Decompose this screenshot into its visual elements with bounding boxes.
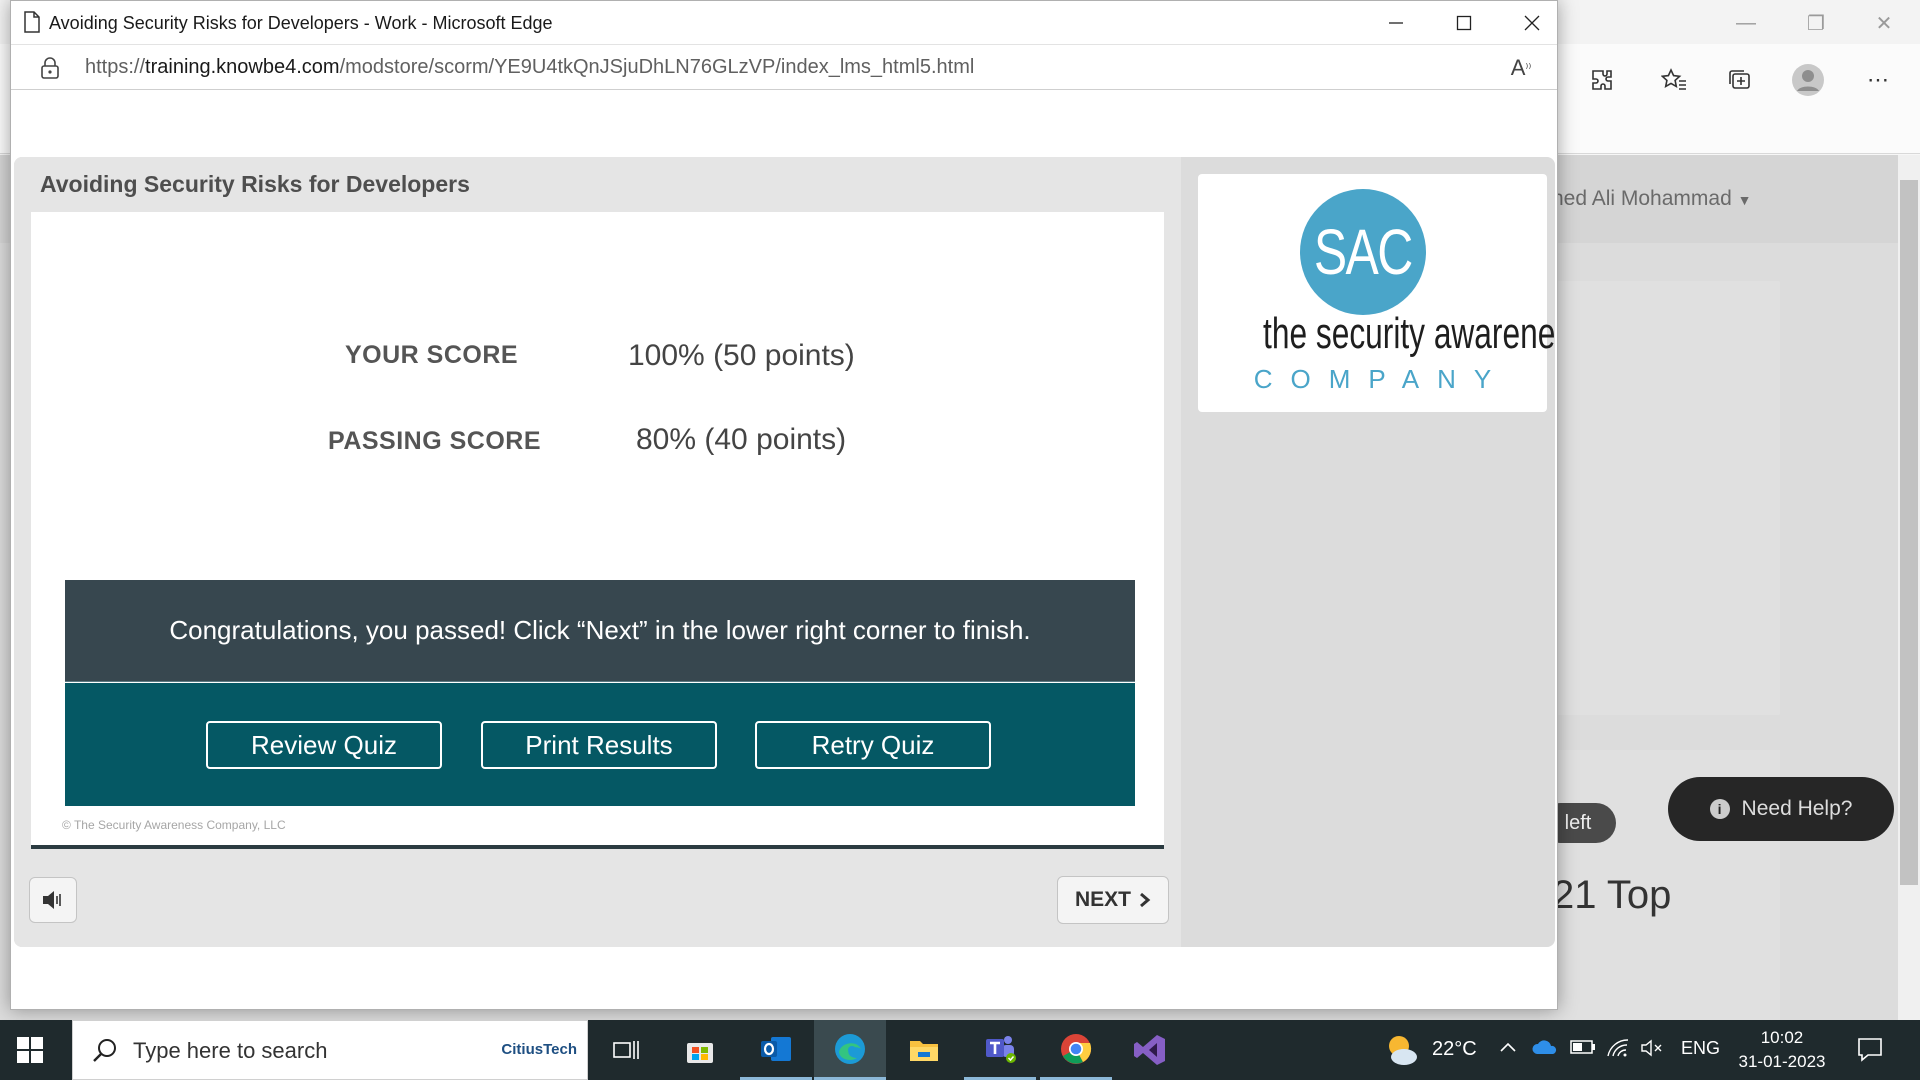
extensions-icon[interactable] (1582, 60, 1622, 100)
page-scrollbar-thumb[interactable] (1900, 180, 1918, 885)
background-restore-icon[interactable]: ❐ (1796, 8, 1836, 38)
background-minimize-icon[interactable]: — (1726, 8, 1766, 38)
notification-icon[interactable] (1856, 1036, 1884, 1064)
info-icon: i (1709, 799, 1730, 819)
favorites-icon[interactable] (1654, 60, 1694, 100)
course-title: Avoiding Security Risks for Developers (40, 171, 470, 197)
input-language[interactable]: ENG (1681, 1038, 1720, 1059)
address-bar[interactable]: https://training.knowbe4.com/modstore/sc… (11, 46, 1557, 90)
url-text[interactable]: https://training.knowbe4.com/modstore/sc… (85, 56, 974, 79)
background-heading: 21 Top (1552, 873, 1672, 917)
sac-logo: SAC the security awarenessTM COMPANY (1198, 174, 1555, 412)
retry-quiz-button[interactable]: Retry Quiz (755, 721, 991, 769)
your-score-label: YOUR SCORE (345, 341, 519, 369)
edge-icon[interactable] (814, 1020, 886, 1080)
wifi-icon[interactable] (1606, 1038, 1630, 1063)
result-banner: Congratulations, you passed! Click “Next… (65, 580, 1135, 682)
popup-titlebar: Avoiding Security Risks for Developers -… (11, 1, 1557, 45)
chrome-icon[interactable] (1040, 1020, 1112, 1080)
weather-icon[interactable] (1382, 1030, 1422, 1070)
your-score-value: 100% (50 points) (628, 339, 855, 372)
visual-studio-icon[interactable] (1114, 1020, 1186, 1080)
course-popup-window: Avoiding Security Risks for Developers -… (10, 0, 1558, 1010)
background-card (1540, 281, 1780, 715)
search-placeholder: Type here to search (133, 1038, 328, 1063)
chevron-down-icon: ▼ (1737, 192, 1752, 208)
temperature[interactable]: 22°C (1432, 1038, 1477, 1061)
chevron-up-icon[interactable] (1498, 1038, 1518, 1063)
window-title: Avoiding Security Risks for Developers -… (49, 13, 553, 33)
next-button[interactable]: NEXT (1057, 876, 1169, 924)
passing-score-value: 80% (40 points) (636, 423, 847, 456)
taskbar: Type here to search CitiusTech 22°C ENG (0, 1020, 1920, 1080)
result-message: Congratulations, you passed! Click “Next… (169, 615, 1031, 645)
outlook-icon[interactable] (740, 1020, 812, 1080)
minimize-icon[interactable] (1373, 7, 1419, 39)
collections-icon[interactable] (1720, 60, 1760, 100)
microsoft-store-icon[interactable] (664, 1020, 736, 1080)
speaker-icon (43, 891, 61, 909)
teams-icon[interactable] (964, 1020, 1036, 1080)
logo-company-text: COMPANY (1253, 364, 1510, 394)
battery-icon[interactable] (1570, 1038, 1596, 1061)
need-help-button[interactable]: i Need Help? (1668, 777, 1894, 841)
taskbar-search-box[interactable]: Type here to search CitiusTech (72, 1020, 588, 1080)
task-view-icon[interactable] (590, 1020, 662, 1080)
search-brand-logo: CitiusTech (501, 1041, 577, 1058)
chevron-right-icon (1140, 892, 1151, 908)
clock-time: 10:02 (1760, 1028, 1804, 1047)
clock-date: 31-01-2023 (1738, 1052, 1826, 1071)
onedrive-icon[interactable] (1531, 1038, 1559, 1063)
review-quiz-button[interactable]: Review Quiz (206, 721, 442, 769)
muted-speaker-icon[interactable] (1640, 1038, 1664, 1063)
background-close-icon[interactable]: ✕ (1864, 8, 1904, 38)
logo-circle: SAC (1300, 189, 1426, 315)
lock-icon[interactable] (39, 56, 61, 80)
copyright-notice: © The Security Awareness Company, LLC (62, 818, 286, 832)
quiz-actions: Review Quiz Print Results Retry Quiz (65, 683, 1135, 806)
slide-area: Avoiding Security Risks for Developers Y… (14, 157, 1181, 947)
read-aloud-icon[interactable]: A ⁾⁾ (1505, 52, 1537, 84)
system-clock[interactable]: 10:02 31-01-2023 (1732, 1026, 1832, 1074)
maximize-icon[interactable] (1441, 7, 1487, 39)
more-icon[interactable]: ⋯ (1858, 60, 1898, 100)
logo-wordmark: the security awarenessTM (1263, 309, 1555, 358)
close-icon[interactable] (1509, 7, 1555, 39)
page-icon (24, 11, 40, 33)
course-player: Avoiding Security Risks for Developers Y… (14, 157, 1555, 947)
passing-score-label: PASSING SCORE (328, 427, 542, 455)
print-results-button[interactable]: Print Results (481, 721, 717, 769)
audio-toggle-button[interactable] (29, 877, 77, 923)
search-icon (93, 1039, 116, 1062)
user-menu[interactable]: hed Ali Mohammad ▼ (1552, 187, 1751, 211)
windows-start-icon[interactable] (16, 1036, 44, 1064)
profile-icon[interactable] (1788, 60, 1828, 100)
quiz-results-slide: YOUR SCORE 100% (50 points) PASSING SCOR… (31, 212, 1164, 849)
file-explorer-icon[interactable] (888, 1020, 960, 1080)
